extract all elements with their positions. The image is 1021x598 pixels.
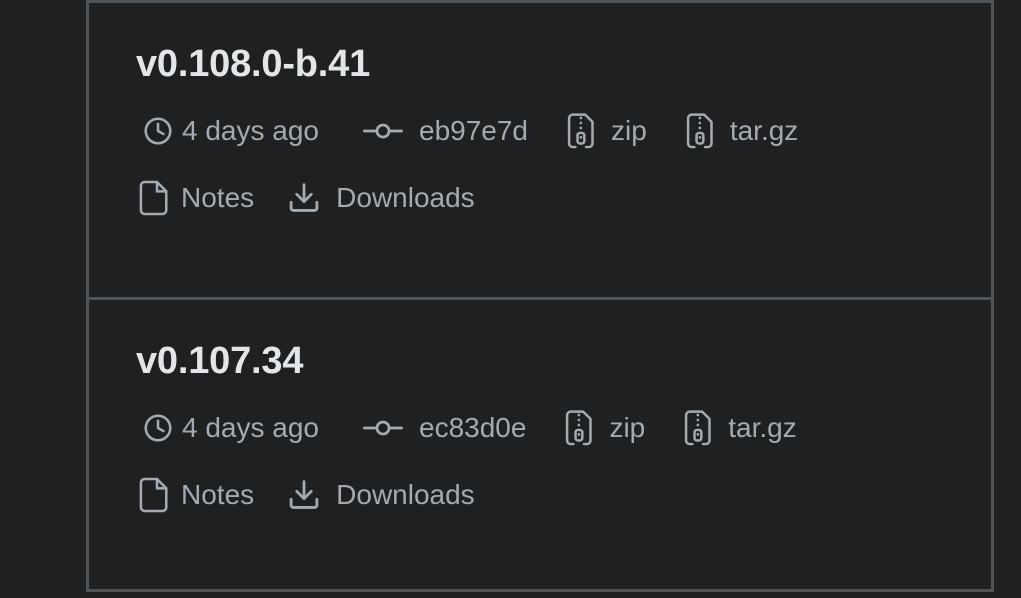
release-targz-link[interactable]: tar.gz	[681, 406, 797, 450]
clock-icon	[136, 406, 180, 450]
release-targz-label[interactable]: tar.gz	[728, 414, 796, 442]
release-zip-label[interactable]: zip	[609, 414, 645, 442]
release-commit-hash[interactable]: ec83d0e	[419, 414, 526, 442]
release-notes-label[interactable]: Notes	[181, 184, 254, 212]
page-root: v0.108.0-b.41 4 days ago eb97e7d zip tar…	[0, 0, 1021, 598]
release-notes-link[interactable]: Notes	[136, 176, 254, 220]
release-time-label: 4 days ago	[182, 115, 319, 146]
zip-file-icon	[562, 406, 596, 450]
release-commit[interactable]: eb97e7d	[357, 109, 528, 153]
file-icon	[136, 176, 172, 220]
release-time-label: 4 days ago	[182, 412, 319, 443]
release-meta-row-secondary: Notes Downloads	[136, 176, 991, 220]
release-downloads-label[interactable]: Downloads	[336, 184, 475, 212]
release-commit-hash[interactable]: eb97e7d	[419, 117, 528, 145]
release-targz-link[interactable]: tar.gz	[683, 109, 798, 153]
release-meta-row-primary: 4 days ago ec83d0e zip tar.gz	[136, 406, 991, 450]
release-time: 4 days ago	[136, 109, 319, 153]
download-icon	[284, 473, 324, 517]
release-commit[interactable]: ec83d0e	[357, 406, 526, 450]
release-downloads-label[interactable]: Downloads	[336, 481, 475, 509]
git-commit-icon	[357, 406, 409, 450]
release-meta-row-primary: 4 days ago eb97e7d zip tar.gz	[136, 109, 991, 153]
release-notes-label[interactable]: Notes	[181, 481, 254, 509]
release-zip-link[interactable]: zip	[564, 109, 647, 153]
release-targz-label[interactable]: tar.gz	[730, 117, 798, 145]
zip-file-icon	[681, 406, 715, 450]
zip-file-icon	[564, 109, 598, 153]
release-zip-label[interactable]: zip	[611, 117, 647, 145]
release-downloads-link[interactable]: Downloads	[284, 473, 475, 517]
zip-file-icon	[683, 109, 717, 153]
release-downloads-link[interactable]: Downloads	[284, 176, 475, 220]
releases-panel: v0.108.0-b.41 4 days ago eb97e7d zip tar…	[86, 0, 994, 592]
release-time: 4 days ago	[136, 406, 319, 450]
release-item[interactable]: v0.108.0-b.41 4 days ago eb97e7d zip tar…	[89, 3, 991, 297]
release-item[interactable]: v0.107.34 4 days ago ec83d0e zip tar.gz …	[89, 297, 991, 591]
release-version-title[interactable]: v0.107.34	[136, 342, 991, 380]
release-meta-row-secondary: Notes Downloads	[136, 473, 991, 517]
git-commit-icon	[357, 109, 409, 153]
download-icon	[284, 176, 324, 220]
release-version-title[interactable]: v0.108.0-b.41	[136, 45, 991, 83]
file-icon	[136, 473, 172, 517]
release-zip-link[interactable]: zip	[562, 406, 645, 450]
release-notes-link[interactable]: Notes	[136, 473, 254, 517]
clock-icon	[136, 109, 180, 153]
